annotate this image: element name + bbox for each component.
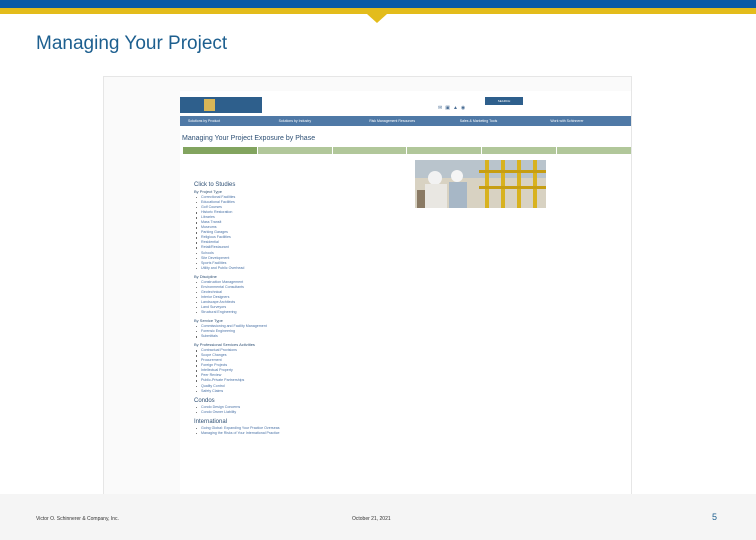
phase-tab[interactable] bbox=[482, 147, 557, 154]
website-screenshot: ✉▣▲◉ SEARCH Solutions by Product Solutio… bbox=[103, 76, 632, 500]
section-title: Condos bbox=[194, 397, 215, 404]
section-list: Going Global: Expanding Your Practice Ov… bbox=[194, 426, 404, 436]
section-list: Condo Design Concerns Condo Owner Liabili… bbox=[194, 405, 404, 415]
section-list: Commissioning and Facility Management For… bbox=[194, 324, 404, 339]
slide-title: Managing Your Project bbox=[36, 33, 228, 54]
logo-mark-icon bbox=[204, 99, 215, 111]
study-link[interactable]: Condo Owner Liability bbox=[194, 410, 404, 415]
rss-icon[interactable]: ◉ bbox=[461, 105, 468, 111]
study-link[interactable]: Structural Engineering bbox=[194, 310, 404, 315]
section-list: Correctional Facilities Educational Facil… bbox=[194, 195, 404, 271]
nav-item[interactable]: Solutions by Industry bbox=[271, 116, 362, 126]
hero-photo bbox=[415, 160, 546, 208]
site-page-heading: Managing Your Project Exposure by Phase bbox=[182, 135, 316, 142]
phase-tab[interactable] bbox=[407, 147, 482, 154]
share-icon[interactable]: ▲ bbox=[453, 105, 461, 111]
footer-date: October 21, 2021 bbox=[352, 516, 391, 522]
phase-tab[interactable] bbox=[557, 147, 631, 154]
section-list: Construction Management Environmental Con… bbox=[194, 280, 404, 315]
phase-tab[interactable] bbox=[332, 147, 407, 154]
website-page: ✉▣▲◉ SEARCH Solutions by Product Solutio… bbox=[180, 91, 631, 499]
nav-item[interactable]: Risk Management Resources bbox=[361, 116, 452, 126]
nav-item[interactable]: Sales & Marketing Tools bbox=[452, 116, 543, 126]
phase-tabs bbox=[183, 147, 631, 154]
slide-footer: Victor O. Schinnerer & Company, Inc. Oct… bbox=[0, 494, 756, 540]
study-link[interactable]: Safety Claims bbox=[194, 389, 404, 394]
site-logo[interactable] bbox=[180, 97, 262, 113]
click-studies-heading: Click to Studies bbox=[194, 182, 236, 188]
brand-notch bbox=[367, 14, 387, 23]
section-title: International bbox=[194, 418, 228, 425]
study-sections: By Project Type Correctional Facilities Ed… bbox=[194, 189, 404, 439]
footer-company: Victor O. Schinnerer & Company, Inc. bbox=[36, 516, 119, 522]
print-icon[interactable]: ▣ bbox=[445, 105, 453, 111]
construction-photo-icon bbox=[415, 160, 546, 208]
study-link[interactable]: Utility and Public Overhead bbox=[194, 266, 404, 271]
site-search-button[interactable]: SEARCH bbox=[485, 97, 523, 105]
site-header-icons: ✉▣▲◉ bbox=[438, 105, 468, 111]
site-nav: Solutions by Product Solutions by Indust… bbox=[180, 116, 631, 126]
phase-tab[interactable] bbox=[183, 147, 257, 154]
phase-tab[interactable] bbox=[257, 147, 332, 154]
study-link[interactable]: Submittals bbox=[194, 334, 404, 339]
page-number: 5 bbox=[712, 512, 718, 522]
study-link[interactable]: Managing the Risks of Your International… bbox=[194, 431, 404, 436]
section-list: Contractual Provisions Scope Changes Procu… bbox=[194, 348, 404, 393]
brand-bar-blue bbox=[0, 0, 756, 8]
nav-item[interactable]: Work with Schinnerer bbox=[542, 116, 631, 126]
nav-item[interactable]: Solutions by Product bbox=[180, 116, 271, 126]
